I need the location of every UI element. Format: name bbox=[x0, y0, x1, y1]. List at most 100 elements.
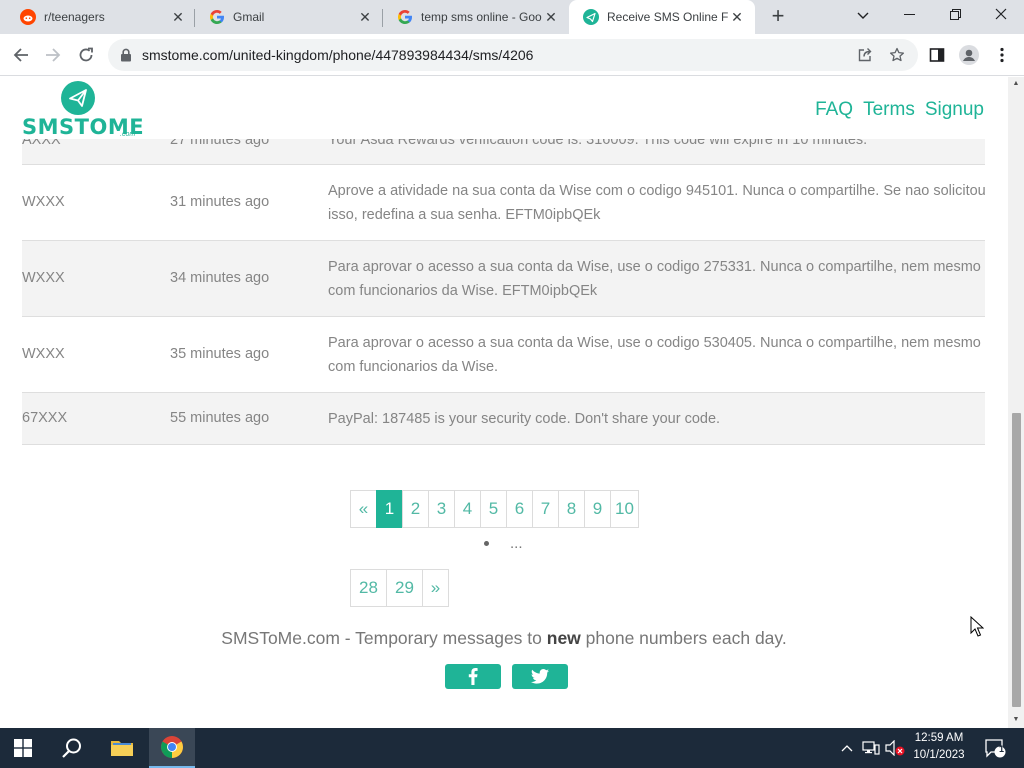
table-row: WXXX 34 minutes ago Para aprovar o acess… bbox=[22, 241, 985, 317]
site-logo[interactable]: SMSTOME .com bbox=[22, 81, 144, 139]
close-icon bbox=[995, 8, 1007, 20]
tab-smstome[interactable]: Receive SMS Online Fr ✕ bbox=[569, 0, 755, 34]
taskbar-clock[interactable]: 12:59 AM bbox=[908, 732, 970, 744]
chrome-taskbar-button[interactable] bbox=[149, 728, 195, 768]
close-tab-icon[interactable]: ✕ bbox=[170, 9, 186, 25]
tab-google-search[interactable]: temp sms online - Goo ✕ bbox=[383, 0, 569, 34]
notification-center-button[interactable]: 1 bbox=[980, 728, 1010, 768]
message-text: PayPal: 187485 is your security code. Do… bbox=[328, 411, 721, 427]
forward-button[interactable] bbox=[40, 42, 66, 68]
nav-faq[interactable]: FAQ bbox=[815, 99, 853, 121]
volume-muted-icon[interactable] bbox=[884, 728, 906, 768]
search-icon bbox=[62, 738, 81, 758]
message-sender: 67XXX bbox=[22, 410, 68, 426]
page-6[interactable]: 6 bbox=[506, 490, 533, 528]
page-viewport: SMSTOME .com FAQ Terms Signup AXXX 27 mi… bbox=[0, 77, 1008, 728]
url-text[interactable]: smstome.com/united-kingdom/phone/4478939… bbox=[142, 47, 533, 63]
scroll-up-arrow-icon[interactable]: ▲ bbox=[1012, 80, 1020, 88]
tab-title: Gmail bbox=[233, 10, 265, 24]
message-text: Aprove a atividade na sua conta da Wise … bbox=[328, 183, 986, 223]
lock-icon[interactable] bbox=[120, 48, 132, 67]
pagination: « 1 2 3 4 5 6 7 8 9 10 bbox=[350, 490, 639, 528]
reload-button[interactable] bbox=[73, 42, 99, 68]
nav-terms[interactable]: Terms bbox=[863, 99, 915, 121]
restore-button[interactable] bbox=[932, 0, 978, 30]
page-9[interactable]: 9 bbox=[584, 490, 611, 528]
message-sender: WXXX bbox=[22, 346, 65, 362]
tray-chevron-up-icon[interactable] bbox=[838, 728, 856, 768]
reload-icon bbox=[79, 47, 93, 62]
side-panel-icon[interactable] bbox=[926, 44, 948, 66]
chrome-icon bbox=[161, 736, 183, 758]
kebab-menu-icon[interactable] bbox=[991, 44, 1013, 66]
scrollbar-thumb[interactable] bbox=[1012, 413, 1021, 707]
page-2[interactable]: 2 bbox=[402, 490, 429, 528]
message-time: 55 minutes ago bbox=[170, 410, 270, 426]
facebook-button[interactable] bbox=[445, 664, 501, 689]
minimize-button[interactable] bbox=[886, 0, 932, 30]
back-button[interactable] bbox=[8, 42, 34, 68]
page-8[interactable]: 8 bbox=[558, 490, 585, 528]
tab-reddit[interactable]: r/teenagers ✕ bbox=[6, 0, 196, 34]
taskbar-date[interactable]: 10/1/2023 bbox=[908, 749, 970, 761]
arrow-right-icon bbox=[46, 48, 61, 62]
page-3[interactable]: 3 bbox=[428, 490, 455, 528]
page-28[interactable]: 28 bbox=[350, 569, 387, 607]
page-scrollbar[interactable]: ▲ ▼ bbox=[1008, 77, 1024, 728]
table-row: WXXX 31 minutes ago Aprove a atividade n… bbox=[22, 165, 986, 241]
tab-gmail[interactable]: Gmail ✕ bbox=[195, 0, 383, 34]
page-1[interactable]: 1 bbox=[376, 490, 403, 528]
page-next[interactable]: » bbox=[422, 569, 449, 607]
messages-table: AXXX 27 minutes ago Your Asda Rewards ve… bbox=[22, 117, 986, 445]
page-4[interactable]: 4 bbox=[454, 490, 481, 528]
page-5[interactable]: 5 bbox=[480, 490, 507, 528]
start-button[interactable] bbox=[0, 728, 46, 768]
logo-suffix: .com bbox=[120, 131, 136, 138]
address-bar[interactable]: smstome.com/united-kingdom/phone/4478939… bbox=[108, 39, 918, 71]
footer-text-bold: new bbox=[546, 628, 581, 648]
facebook-icon bbox=[468, 668, 478, 685]
page-7[interactable]: 7 bbox=[532, 490, 559, 528]
table-row: WXXX 35 minutes ago Para aprovar o acess… bbox=[22, 317, 985, 393]
new-tab-button[interactable]: + bbox=[766, 5, 790, 29]
google-icon bbox=[397, 9, 413, 25]
chevron-down-icon bbox=[857, 12, 869, 19]
notification-count: 1 bbox=[999, 744, 1005, 754]
page-prev[interactable]: « bbox=[350, 490, 377, 528]
message-sender: WXXX bbox=[22, 270, 65, 286]
restore-icon bbox=[949, 9, 961, 20]
footer-text-after: phone numbers each day. bbox=[580, 628, 787, 648]
nav-signup[interactable]: Signup bbox=[925, 99, 984, 121]
footer-tagline: SMSToMe.com - Temporary messages to new … bbox=[0, 628, 1008, 649]
bookmark-star-icon[interactable] bbox=[888, 46, 906, 64]
twitter-button[interactable] bbox=[512, 664, 568, 689]
close-tab-icon[interactable]: ✕ bbox=[729, 9, 745, 25]
google-icon bbox=[209, 9, 225, 25]
message-time: 34 minutes ago bbox=[170, 270, 270, 286]
page-29[interactable]: 29 bbox=[386, 569, 423, 607]
network-icon[interactable] bbox=[860, 728, 882, 768]
pagination-ellipsis: ... bbox=[510, 535, 523, 552]
smstome-icon bbox=[583, 9, 599, 25]
message-text: Para aprovar o acesso a sua conta da Wis… bbox=[328, 335, 981, 375]
share-icon[interactable] bbox=[856, 46, 874, 64]
message-time: 35 minutes ago bbox=[170, 346, 270, 362]
tab-search-button[interactable] bbox=[840, 0, 886, 30]
footer-text-before: SMSToMe.com - Temporary messages to bbox=[221, 628, 547, 648]
file-explorer-button[interactable] bbox=[100, 728, 144, 768]
tab-title: temp sms online - Goo bbox=[421, 10, 542, 24]
close-window-button[interactable] bbox=[978, 0, 1024, 30]
profile-avatar-icon[interactable] bbox=[958, 44, 980, 66]
close-tab-icon[interactable]: ✕ bbox=[357, 9, 373, 25]
folder-icon bbox=[111, 741, 133, 756]
minimize-icon bbox=[903, 14, 915, 15]
scroll-down-arrow-icon[interactable]: ▼ bbox=[1012, 716, 1020, 724]
message-time: 31 minutes ago bbox=[170, 194, 270, 210]
taskbar-search-button[interactable] bbox=[50, 728, 94, 768]
page-10[interactable]: 10 bbox=[610, 490, 639, 528]
close-tab-icon[interactable]: ✕ bbox=[543, 9, 559, 25]
pagination-end: 28 29 » bbox=[350, 569, 449, 607]
message-sender: WXXX bbox=[22, 194, 65, 210]
mouse-cursor-icon bbox=[970, 616, 984, 637]
site-header: SMSTOME .com FAQ Terms Signup bbox=[0, 77, 1008, 139]
